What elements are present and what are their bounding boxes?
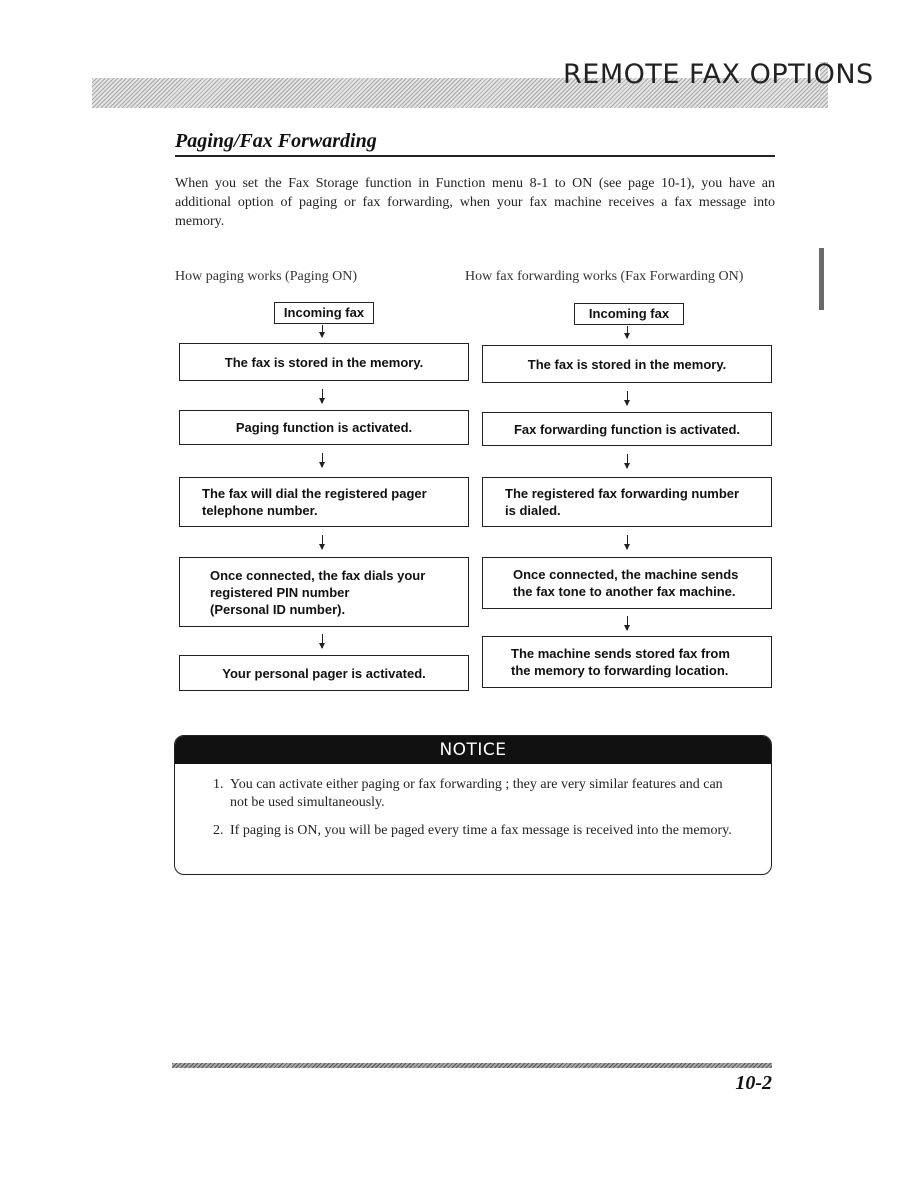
forwarding-step-2: Fax forwarding function is activated.	[482, 412, 772, 446]
forwarding-step-2-text: Fax forwarding function is activated.	[513, 421, 741, 437]
arrow-down-icon	[319, 389, 325, 404]
notice-item-text: You can activate either paging or fax fo…	[230, 777, 723, 810]
paging-step-1: The fax is stored in the memory.	[179, 343, 469, 381]
paging-step-4: Once connected, the fax dials your regis…	[179, 557, 469, 627]
forwarding-step-4-text: Once connected, the machine sends the fa…	[513, 567, 739, 599]
page-number: 10-2	[735, 1072, 772, 1094]
arrow-down-icon	[319, 325, 325, 338]
arrow-down-icon	[624, 454, 630, 469]
paging-step-3: The fax will dial the registered pager t…	[179, 477, 469, 527]
notice-box: NOTICE 1. You can activate either paging…	[174, 735, 772, 875]
forwarding-start-box: Incoming fax	[574, 303, 684, 325]
section-title: Paging/Fax Forwarding	[175, 130, 377, 152]
notice-item: 2. If paging is ON, you will be paged ev…	[213, 822, 741, 840]
forwarding-step-3: The registered fax forwarding number is …	[482, 477, 772, 527]
forwarding-step-5: The machine sends stored fax from the me…	[482, 636, 772, 688]
notice-item-number: 1.	[213, 777, 224, 792]
chapter-side-tab	[819, 248, 824, 310]
forwarding-step-5-text: The machine sends stored fax from the me…	[511, 646, 730, 678]
chapter-title: REMOTE FAX OPTIONS	[563, 59, 874, 90]
forwarding-step-1: The fax is stored in the memory.	[482, 345, 772, 383]
arrow-down-icon	[319, 634, 325, 649]
notice-title: NOTICE	[175, 736, 771, 764]
paging-start-box: Incoming fax	[274, 302, 374, 324]
paging-step-2: Paging function is activated.	[179, 410, 469, 445]
notice-item-number: 2.	[213, 823, 224, 838]
forwarding-step-1-text: The fax is stored in the memory.	[527, 356, 727, 372]
arrow-down-icon	[624, 391, 630, 406]
paging-step-2-text: Paging function is activated.	[235, 420, 413, 435]
arrow-down-icon	[319, 535, 325, 550]
arrow-down-icon	[624, 326, 630, 339]
paging-step-3-text: The fax will dial the registered pager t…	[202, 486, 427, 518]
intro-paragraph: When you set the Fax Storage function in…	[175, 176, 775, 229]
notice-list: 1. You can activate either paging or fax…	[175, 776, 771, 840]
forwarding-heading: How fax forwarding works (Fax Forwarding…	[465, 269, 744, 284]
forwarding-step-3-text: The registered fax forwarding number is …	[505, 486, 740, 518]
arrow-down-icon	[624, 616, 630, 631]
arrow-down-icon	[319, 453, 325, 468]
paging-step-4-text: Once connected, the fax dials your regis…	[210, 567, 426, 617]
paging-step-5-text: Your personal pager is activated.	[222, 665, 426, 681]
forwarding-step-4: Once connected, the machine sends the fa…	[482, 557, 772, 609]
paging-step-1-text: The fax is stored in the memory.	[224, 354, 424, 370]
notice-item: 1. You can activate either paging or fax…	[213, 776, 741, 812]
arrow-down-icon	[624, 535, 630, 550]
paging-step-5: Your personal pager is activated.	[179, 655, 469, 691]
notice-item-text: If paging is ON, you will be paged every…	[230, 823, 732, 838]
section-title-rule	[175, 155, 775, 157]
paging-heading: How paging works (Paging ON)	[175, 269, 357, 284]
footer-rule	[172, 1063, 772, 1068]
